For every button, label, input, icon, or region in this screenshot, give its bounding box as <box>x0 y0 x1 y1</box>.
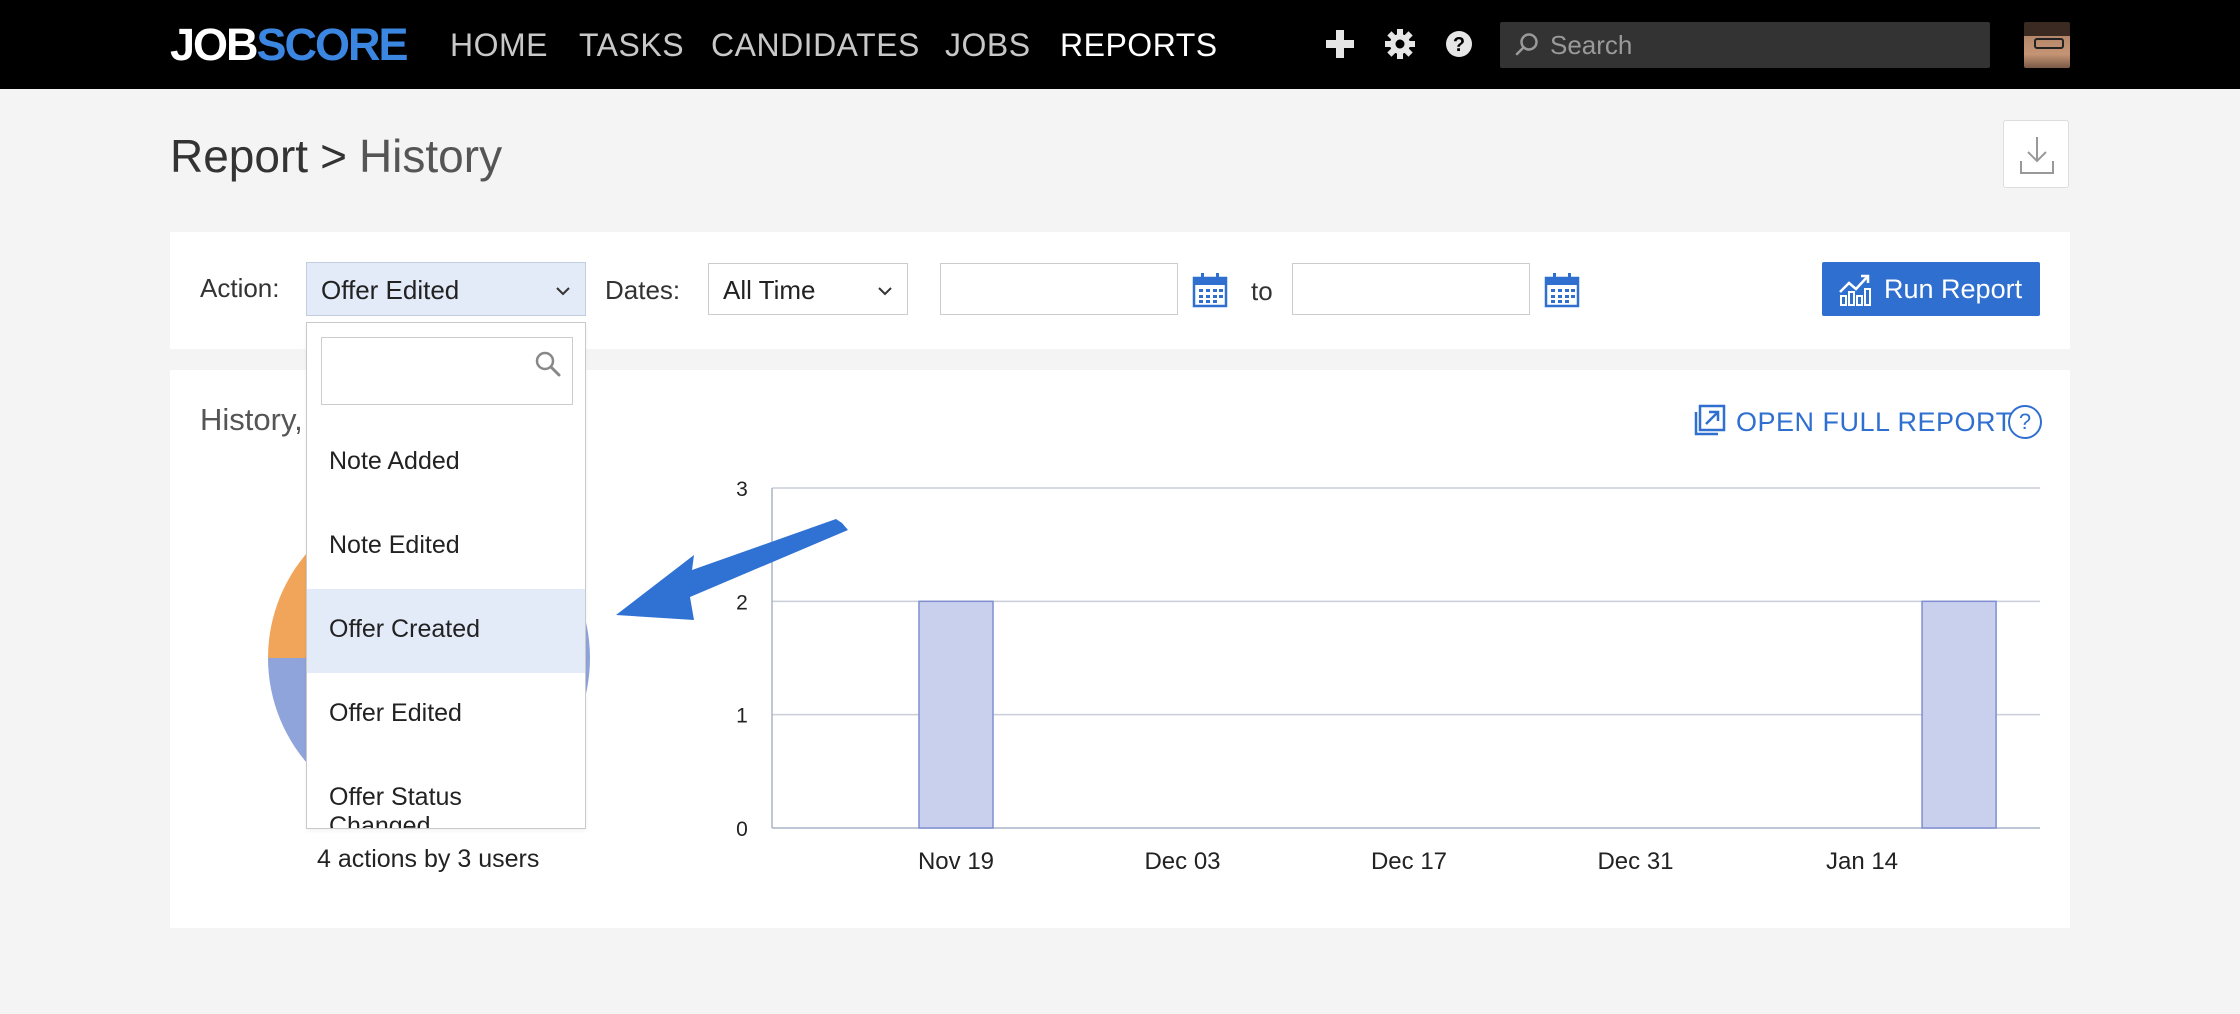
open-full-report-label: OPEN FULL REPORT <box>1736 407 2013 437</box>
download-button[interactable] <box>2003 120 2069 188</box>
breadcrumb-root[interactable]: Report <box>170 130 308 182</box>
to-label: to <box>1251 276 1273 306</box>
action-dropdown-menu: Note Added Note Edited Offer Created Off… <box>306 322 586 829</box>
dates-label: Dates: <box>605 275 681 305</box>
dropdown-option-label: Offer Edited <box>329 699 462 727</box>
dropdown-option-offer-edited[interactable]: Offer Edited <box>307 673 585 757</box>
y-tick-label: 1 <box>736 705 748 728</box>
search-input[interactable] <box>1550 22 1980 68</box>
history-bar-chart: 0123 Nov 19 Dec 03 Dec 17 Dec 31 Jan 14 <box>736 478 2040 875</box>
dropdown-option-label: Offer Created <box>329 615 481 643</box>
dropdown-option-offer-created[interactable]: Offer Created <box>307 589 585 673</box>
download-icon <box>2020 137 2054 174</box>
y-tick-label: 0 <box>736 818 748 841</box>
action-label: Action: <box>200 273 280 303</box>
dropdown-option-label: Note Edited <box>329 531 460 559</box>
nav-tasks[interactable]: TASKS <box>579 25 684 65</box>
dropdown-option-label: Offer Status Changed <box>329 783 462 829</box>
nav-reports[interactable]: REPORTS <box>1060 25 1218 65</box>
dropdown-option-offer-status-changed[interactable]: Offer Status Changed <box>307 757 585 829</box>
plus-icon[interactable] <box>1322 26 1358 62</box>
help-icon[interactable]: ? <box>1441 26 1477 62</box>
logo-job-text: JOB <box>170 19 259 70</box>
nav-jobs[interactable]: JOBS <box>945 25 1031 65</box>
dates-select[interactable]: All Time <box>708 263 908 315</box>
run-report-label: Run Report <box>1884 274 2023 304</box>
avatar[interactable] <box>2024 22 2070 68</box>
top-navigation-bar: JOBSCORE HOME TASKS CANDIDATES JOBS REPO… <box>0 0 2240 89</box>
x-tick-label: Jan 14 <box>1826 848 1898 875</box>
search-icon <box>535 351 561 377</box>
global-search[interactable] <box>1500 22 1990 68</box>
chart-bar[interactable] <box>1921 600 1997 829</box>
dates-select-value: All Time <box>723 275 816 305</box>
action-select[interactable]: Offer Edited <box>306 262 586 316</box>
start-date-input[interactable] <box>940 263 1178 315</box>
end-date-input[interactable] <box>1292 263 1530 315</box>
breadcrumb-separator: > <box>320 130 347 182</box>
run-report-button[interactable]: Run Report <box>1822 262 2040 316</box>
dropdown-search-input[interactable] <box>321 337 573 405</box>
annotation-arrow <box>616 519 848 620</box>
pie-summary: 4 actions by 3 users <box>317 845 540 873</box>
breadcrumb-current: History <box>358 130 503 182</box>
jobscore-logo[interactable]: JOBSCORE <box>170 19 409 70</box>
x-tick-label: Nov 19 <box>918 848 994 875</box>
calendar-icon[interactable] <box>1544 272 1580 308</box>
panel-title: History, <box>200 402 303 437</box>
help-circle-icon[interactable]: ? <box>2008 405 2042 439</box>
action-select-value: Offer Edited <box>321 275 460 305</box>
search-icon <box>1515 33 1538 56</box>
nav-home[interactable]: HOME <box>450 25 548 65</box>
x-tick-label: Dec 03 <box>1144 848 1220 875</box>
y-tick-label: 3 <box>736 478 748 501</box>
dropdown-option-note-added[interactable]: Note Added <box>307 421 585 505</box>
nav-candidates[interactable]: CANDIDATES <box>711 25 920 65</box>
dropdown-option-label: Note Added <box>329 447 460 475</box>
open-external-icon <box>1694 404 1726 436</box>
chevron-down-icon <box>556 287 570 296</box>
x-tick-label: Dec 31 <box>1597 848 1673 875</box>
report-chart-icon <box>1839 274 1871 306</box>
x-tick-label: Dec 17 <box>1371 848 1447 875</box>
chevron-down-icon <box>878 287 892 296</box>
logo-score-text: SCORE <box>256 19 409 70</box>
svg-text:?: ? <box>1453 34 1465 56</box>
dropdown-option-note-edited[interactable]: Note Edited <box>307 505 585 589</box>
gear-icon[interactable] <box>1382 26 1418 62</box>
breadcrumb: Report > History <box>170 128 502 184</box>
calendar-icon[interactable] <box>1192 272 1228 308</box>
chart-bar[interactable] <box>918 600 994 829</box>
